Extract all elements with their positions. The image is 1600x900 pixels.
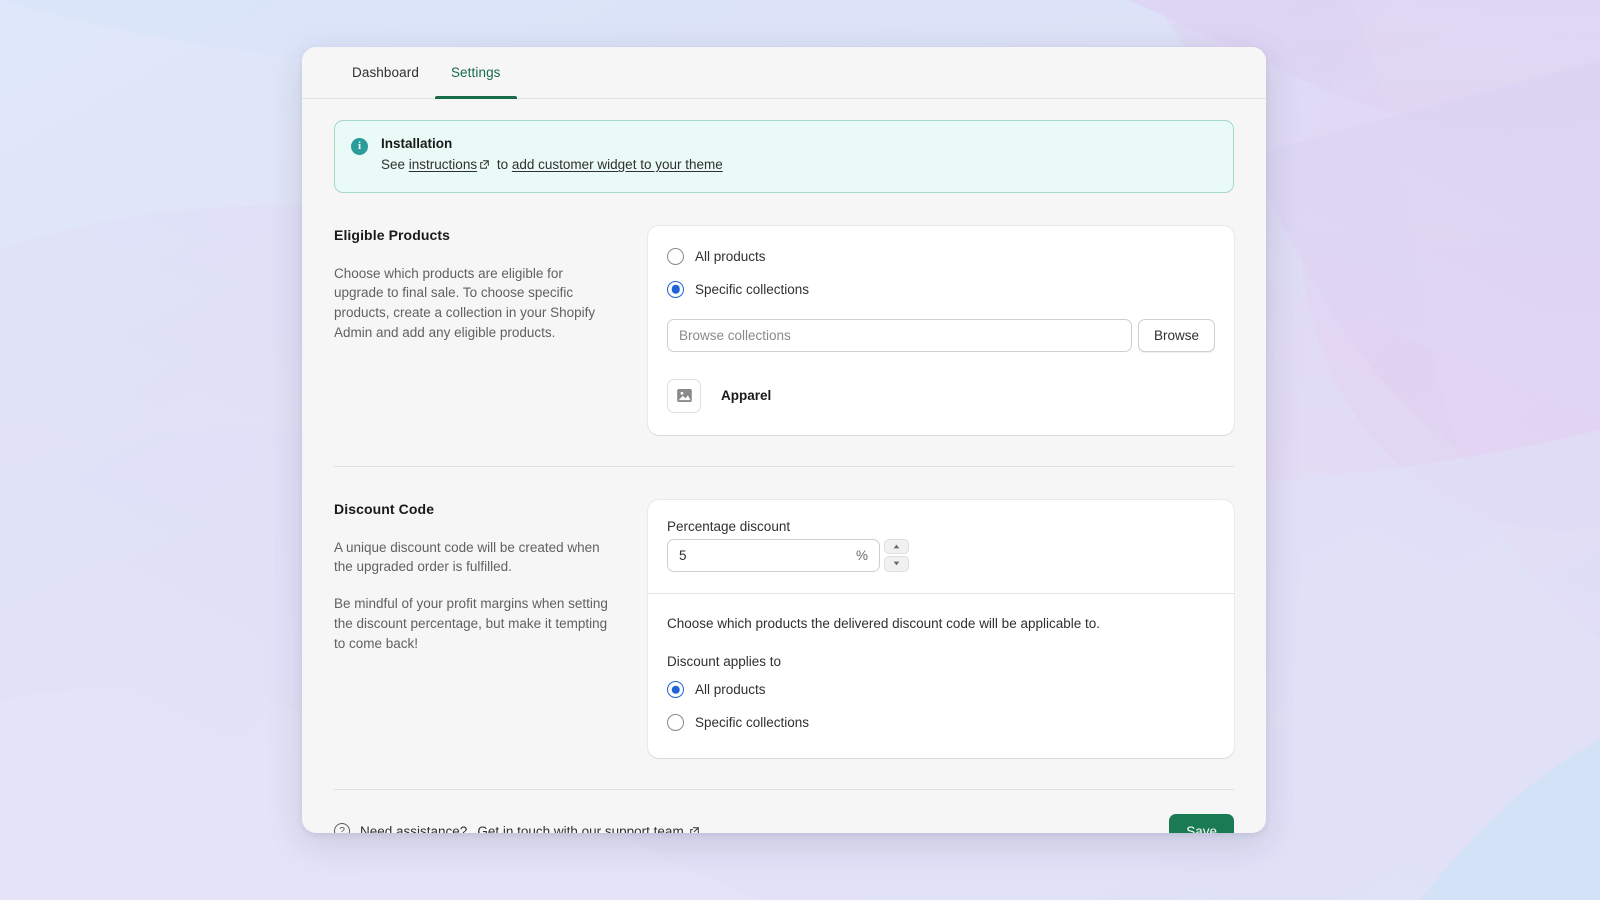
discount-applies-block: Choose which products the delivered disc… [648,594,1234,759]
installation-banner: i Installation See instructions to add c… [334,120,1234,193]
question-mark-icon: ? [334,823,350,833]
external-link-icon [480,160,489,169]
banner-text: See instructions to add customer widget … [381,155,723,175]
banner-title: Installation [381,136,723,151]
eligible-products-section: Eligible Products Choose which products … [334,193,1234,435]
discount-code-section: Discount Code A unique discount code wil… [334,467,1234,759]
eligible-products-description: Choose which products are eligible for u… [334,264,610,343]
external-link-icon [690,827,699,833]
banner-content: Installation See instructions to add cus… [381,136,723,175]
browse-collections-input[interactable] [667,319,1132,352]
percentage-discount-input[interactable] [679,548,856,563]
discount-radio-specific-collections-label: Specific collections [695,715,809,730]
support-area: ? Need assistance? Get in touch with our… [334,823,703,833]
percentage-stepper [884,539,909,572]
percentage-discount-field: % [667,539,890,572]
eligible-products-card: All products Specific collections Browse [648,226,1234,435]
instructions-link[interactable]: instructions [409,157,477,172]
discount-code-title: Discount Code [334,501,610,517]
support-link-wrap: Get in touch with our support team. [477,824,703,833]
caret-up-icon[interactable] [884,539,909,555]
percentage-discount-label: Percentage discount [667,519,1215,534]
help-text: Need assistance? [360,824,467,833]
tab-settings[interactable]: Settings [435,47,517,98]
eligible-products-card-wrap: All products Specific collections Browse [648,226,1234,435]
radio-circle-icon[interactable] [667,248,684,265]
banner-prefix: See [381,157,405,172]
collection-name: Apparel [721,388,771,403]
radio-circle-icon[interactable] [667,714,684,731]
radio-circle-selected-icon[interactable] [667,281,684,298]
eligible-radio-all-products-label: All products [695,249,766,264]
banner-middle: to [497,157,508,172]
app-window: Dashboard Settings i Installation See in… [302,47,1266,833]
discount-applies-label: Discount applies to [667,654,1215,669]
support-link[interactable]: Get in touch with our support team. [477,824,687,833]
percentage-discount-input-box[interactable]: % [667,539,880,572]
tab-dashboard[interactable]: Dashboard [336,47,435,98]
eligible-products-title: Eligible Products [334,227,610,243]
eligible-radio-all-products[interactable]: All products [667,245,1215,268]
discount-code-card: Percentage discount % [648,500,1234,759]
image-placeholder-icon [667,379,701,413]
eligible-radio-specific-collections-label: Specific collections [695,282,809,297]
tab-dashboard-label: Dashboard [352,65,419,80]
discount-radio-specific-collections[interactable]: Specific collections [667,711,1215,734]
browse-collections-row: Browse [667,319,1215,352]
eligible-products-card-body: All products Specific collections Browse [648,226,1234,435]
percent-suffix: % [856,548,868,563]
page-footer: ? Need assistance? Get in touch with our… [334,790,1234,833]
tab-settings-label: Settings [451,65,501,80]
radio-circle-selected-icon[interactable] [667,681,684,698]
add-widget-link[interactable]: add customer widget to your theme [512,157,723,172]
tab-bar: Dashboard Settings [302,47,1266,99]
percentage-discount-block: Percentage discount % [648,500,1234,593]
save-button[interactable]: Save [1169,814,1234,833]
discount-code-info: Discount Code A unique discount code wil… [334,500,648,759]
discount-code-card-wrap: Percentage discount % [648,500,1234,759]
eligible-radio-specific-collections[interactable]: Specific collections [667,278,1215,301]
discount-radio-all-products-label: All products [695,682,766,697]
discount-applies-hint: Choose which products the delivered disc… [667,614,1215,634]
eligible-products-info: Eligible Products Choose which products … [334,226,648,435]
discount-code-description-1: A unique discount code will be created w… [334,538,610,578]
info-icon: i [351,138,368,155]
collection-list-item[interactable]: Apparel [667,379,1215,413]
discount-code-description-2: Be mindful of your profit margins when s… [334,594,610,654]
window-body: i Installation See instructions to add c… [302,99,1266,833]
browse-button[interactable]: Browse [1138,319,1215,352]
discount-radio-all-products[interactable]: All products [667,678,1215,701]
caret-down-icon[interactable] [884,556,909,572]
